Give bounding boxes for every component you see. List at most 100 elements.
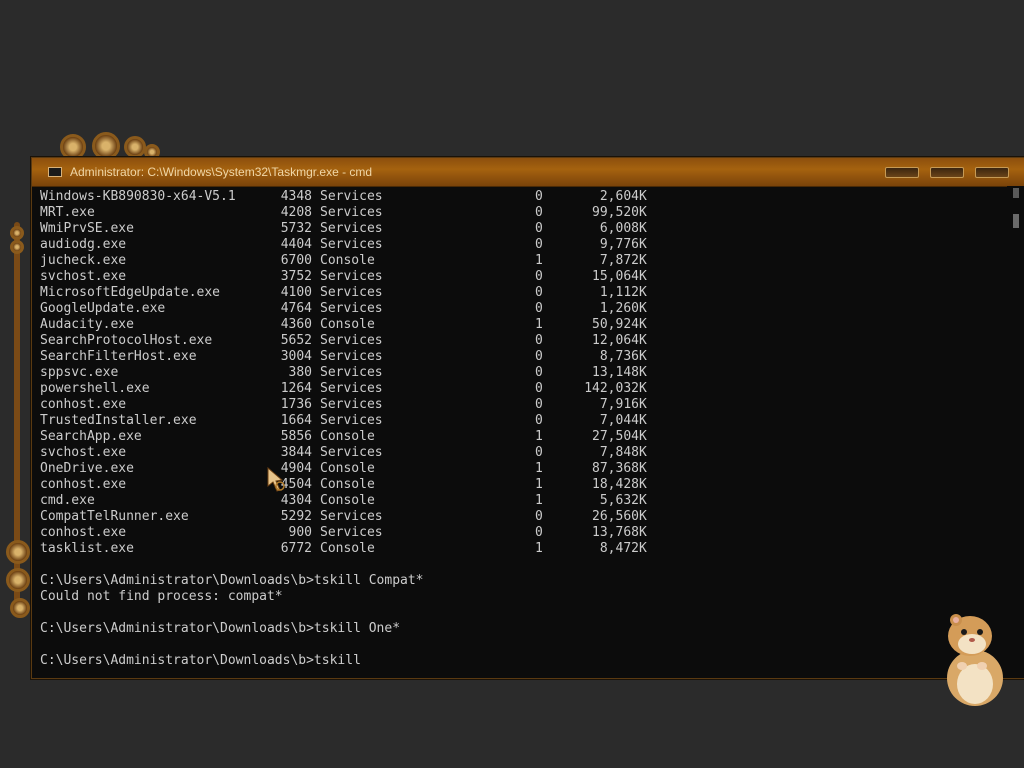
memory-usage: 87,368 bbox=[592, 461, 639, 476]
memory-usage: 27,504 bbox=[592, 429, 639, 444]
session-number: 0 bbox=[535, 333, 543, 348]
session-name: Services bbox=[320, 205, 383, 220]
process-pid: 6772 bbox=[280, 541, 312, 556]
current-prompt[interactable]: C:\Users\Administrator\Downloads\b>tskil… bbox=[40, 653, 1007, 669]
scroll-thumb[interactable] bbox=[1013, 214, 1019, 228]
session-name: Services bbox=[320, 189, 383, 204]
command-line: C:\Users\Administrator\Downloads\b>tskil… bbox=[40, 621, 401, 636]
steampunk-gears-decoration bbox=[52, 128, 162, 160]
memory-usage: 13,768 bbox=[592, 525, 639, 540]
desktop: Administrator: C:\Windows\System32\Taskm… bbox=[0, 0, 1024, 768]
memory-usage: 15,064 bbox=[592, 269, 639, 284]
process-pid: 3752 bbox=[280, 269, 312, 284]
session-name: Services bbox=[320, 237, 383, 252]
session-name: Services bbox=[320, 509, 383, 524]
memory-usage: 2,604 bbox=[599, 189, 639, 204]
hamster-mascot bbox=[947, 614, 1003, 706]
session-name: Services bbox=[320, 349, 383, 364]
session-number: 0 bbox=[535, 301, 543, 316]
process-name: sppsvc.exe bbox=[40, 365, 119, 380]
process-name: audiodg.exe bbox=[40, 237, 127, 252]
process-row: svchost.exe 3752 Services 0 15,064 K bbox=[40, 269, 1007, 285]
session-number: 0 bbox=[535, 445, 543, 460]
session-number: 1 bbox=[535, 541, 543, 556]
process-name: jucheck.exe bbox=[40, 253, 127, 268]
memory-unit: K bbox=[639, 461, 647, 476]
console-output[interactable]: Windows-KB890830-x64-V5.1 4348 Services 0 2,… bbox=[32, 186, 1007, 678]
session-name: Services bbox=[320, 525, 383, 540]
cmd-window[interactable]: Administrator: C:\Windows\System32\Taskm… bbox=[31, 157, 1024, 679]
process-row: powershell.exe 1264 Services 0 142,032 K bbox=[40, 381, 1007, 397]
session-number: 1 bbox=[535, 461, 543, 476]
process-name: cmd.exe bbox=[40, 493, 95, 508]
memory-unit: K bbox=[639, 301, 647, 316]
process-row: svchost.exe 3844 Services 0 7,848 K bbox=[40, 445, 1007, 461]
memory-usage: 50,924 bbox=[592, 317, 639, 332]
session-number: 1 bbox=[535, 429, 543, 444]
process-pid: 5652 bbox=[280, 333, 312, 348]
session-number: 0 bbox=[535, 285, 543, 300]
memory-usage: 8,472 bbox=[599, 541, 639, 556]
process-row: SearchApp.exe 5856 Console 1 27,504 K bbox=[40, 429, 1007, 445]
memory-usage: 7,848 bbox=[599, 445, 639, 460]
process-row: conhost.exe 4504 Console 1 18,428 K bbox=[40, 477, 1007, 493]
session-number: 0 bbox=[535, 237, 543, 252]
session-number: 0 bbox=[535, 189, 543, 204]
session-number: 0 bbox=[535, 221, 543, 236]
maximize-button[interactable] bbox=[930, 167, 964, 178]
memory-unit: K bbox=[639, 477, 647, 492]
process-name: svchost.exe bbox=[40, 269, 127, 284]
memory-usage: 1,260 bbox=[599, 301, 639, 316]
session-number: 1 bbox=[535, 493, 543, 508]
process-pid: 4100 bbox=[280, 285, 312, 300]
gear-icon bbox=[10, 240, 24, 254]
process-row: conhost.exe 1736 Services 0 7,916 K bbox=[40, 397, 1007, 413]
session-number: 0 bbox=[535, 349, 543, 364]
memory-unit: K bbox=[639, 509, 647, 524]
session-number: 1 bbox=[535, 477, 543, 492]
process-pid: 4208 bbox=[280, 205, 312, 220]
title-bar[interactable]: Administrator: C:\Windows\System32\Taskm… bbox=[32, 158, 1024, 187]
memory-unit: K bbox=[639, 237, 647, 252]
memory-unit: K bbox=[639, 269, 647, 284]
memory-unit: K bbox=[639, 205, 647, 220]
console-icon[interactable] bbox=[48, 167, 62, 177]
process-pid: 6700 bbox=[280, 253, 312, 268]
memory-usage: 8,736 bbox=[599, 349, 639, 364]
memory-usage: 99,520 bbox=[592, 205, 639, 220]
session-name: Services bbox=[320, 397, 383, 412]
memory-unit: K bbox=[639, 397, 647, 412]
process-row: SearchProtocolHost.exe 5652 Services 0 12,06… bbox=[40, 333, 1007, 349]
process-name: SearchApp.exe bbox=[40, 429, 142, 444]
memory-usage: 7,044 bbox=[599, 413, 639, 428]
minimize-button[interactable] bbox=[885, 167, 919, 178]
process-name: SearchFilterHost.exe bbox=[40, 349, 197, 364]
vertical-scrollbar[interactable] bbox=[1007, 186, 1024, 678]
process-name: SearchProtocolHost.exe bbox=[40, 333, 213, 348]
session-number: 0 bbox=[535, 365, 543, 380]
session-name: Services bbox=[320, 381, 383, 396]
memory-unit: K bbox=[639, 333, 647, 348]
memory-unit: K bbox=[639, 445, 647, 460]
session-name: Console bbox=[320, 317, 375, 332]
session-name: Console bbox=[320, 541, 375, 556]
memory-unit: K bbox=[639, 365, 647, 380]
process-name: conhost.exe bbox=[40, 525, 127, 540]
process-pid: 1736 bbox=[280, 397, 312, 412]
process-pid: 900 bbox=[288, 525, 312, 540]
process-row: MRT.exe 4208 Services 0 99,520 K bbox=[40, 205, 1007, 221]
command-line: C:\Users\Administrator\Downloads\b>tskil… bbox=[40, 573, 424, 588]
close-button[interactable] bbox=[975, 167, 1009, 178]
process-pid: 4764 bbox=[280, 301, 312, 316]
process-row: SearchFilterHost.exe 3004 Services 0 8,736 K bbox=[40, 349, 1007, 365]
scroll-up-icon[interactable] bbox=[1013, 188, 1019, 198]
process-name: powershell.exe bbox=[40, 381, 150, 396]
process-name: conhost.exe bbox=[40, 397, 127, 412]
process-name: tasklist.exe bbox=[40, 541, 134, 556]
memory-unit: K bbox=[639, 541, 647, 556]
process-row: conhost.exe 900 Services 0 13,768 K bbox=[40, 525, 1007, 541]
session-name: Console bbox=[320, 477, 375, 492]
error-message: Could not find process: compat* bbox=[40, 589, 283, 604]
memory-usage: 7,916 bbox=[599, 397, 639, 412]
process-pid: 1264 bbox=[280, 381, 312, 396]
